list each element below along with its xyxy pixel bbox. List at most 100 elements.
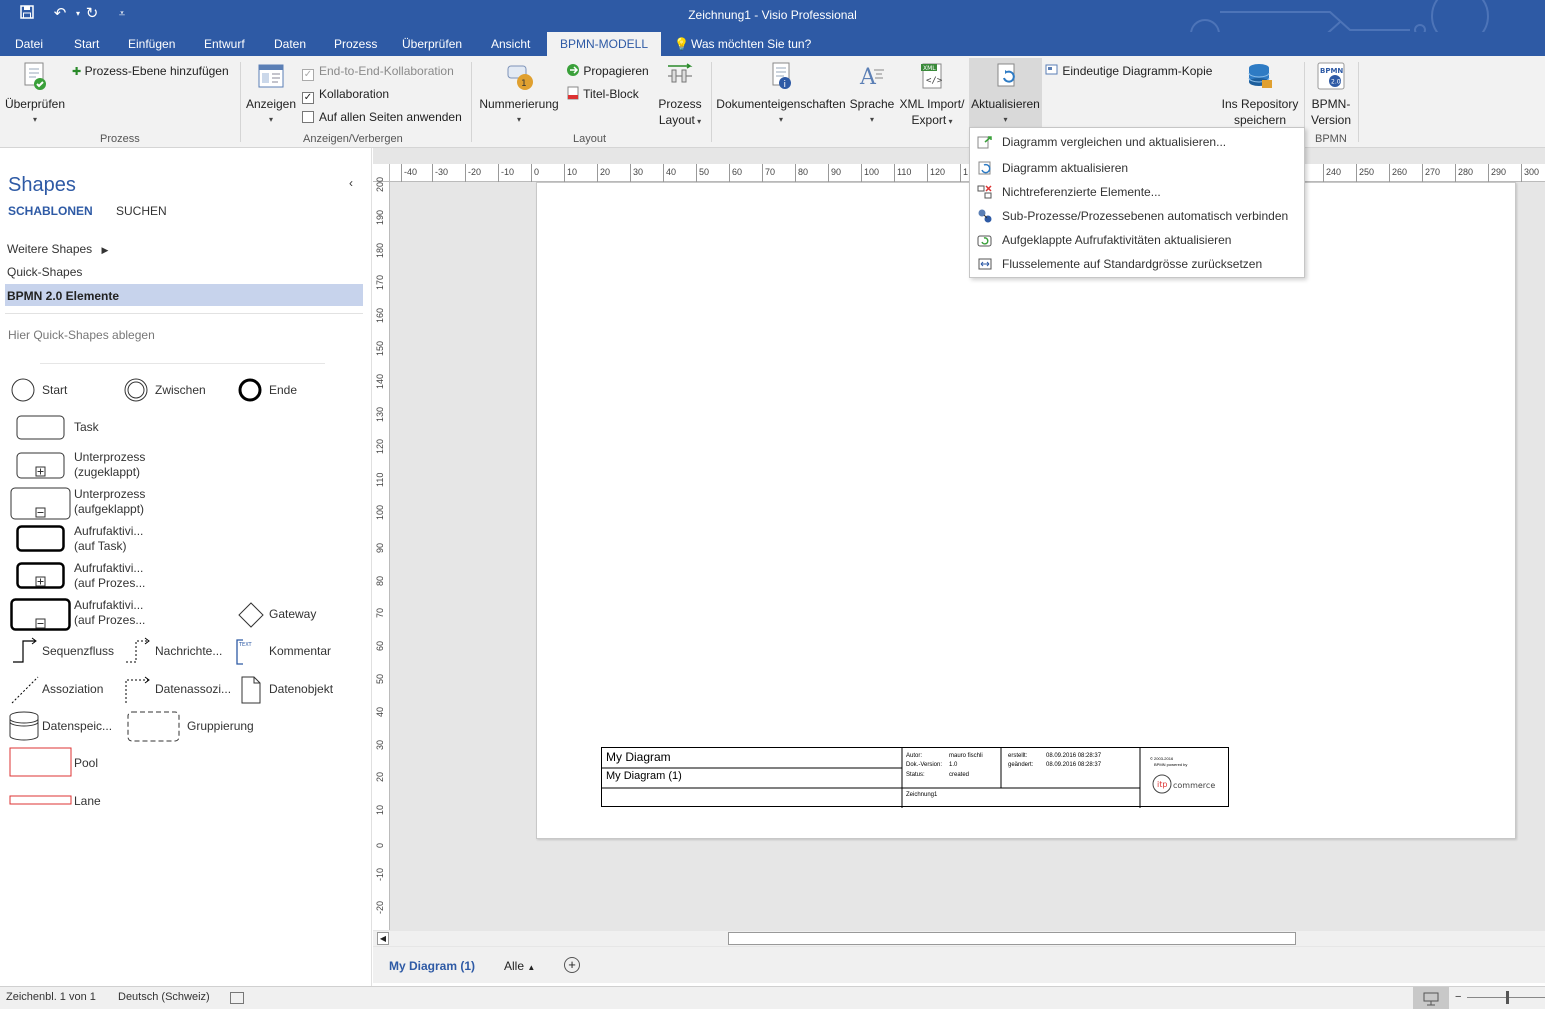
message-flow-icon [126,637,150,663]
shape-label: Ende [269,383,298,397]
menu-item-diagramm-aktualisieren[interactable]: Diagramm aktualisieren [970,156,1304,180]
ruler-tick-label: 50 [375,673,385,684]
xml-import-export-button[interactable]: XML </> XML Import/ Export ▾ [896,60,968,130]
menu-item-diagramm-vergleichen[interactable]: Diagramm vergleichen und aktualisieren..… [970,130,1304,154]
quick-shapes-hint: Hier Quick-Shapes ablegen [8,328,155,342]
language-status[interactable]: Deutsch (Schweiz) [118,991,210,1003]
shape-label: Nachrichte... [155,644,223,658]
chevron-down-icon: ▾ [1003,115,1008,124]
aktualisieren-dropdown-menu: Diagramm vergleichen und aktualisieren..… [969,127,1305,278]
tab-ueberpruefen[interactable]: Überprüfen [402,37,462,51]
page-tab-active[interactable]: My Diagram (1) [389,959,475,973]
kollaboration-checkbox[interactable]: ✓ Kollaboration [302,86,389,104]
aktualisieren-button[interactable]: Aktualisieren ▾ [969,58,1042,130]
sprache-button[interactable]: A Sprache ▾ [848,60,896,130]
menu-item-aufrufaktivitaeten-aktualisieren[interactable]: Aufgeklappte Aufrufaktivitäten aktualisi… [970,228,1304,252]
add-page-icon[interactable]: + [564,957,580,973]
all-pages-button[interactable]: Alle ▲ [504,959,535,973]
tab-datei[interactable]: Datei [15,37,43,51]
macro-record-icon[interactable] [230,992,244,1004]
repository-label-1: Ins Repository [1221,97,1299,111]
quick-shapes-item[interactable]: Quick-Shapes [7,265,82,279]
menu-item-label: Sub-Prozesse/Prozessebenen automatisch v… [1002,209,1289,223]
tab-daten[interactable]: Daten [274,37,306,51]
repository-label-2: speichern [1233,113,1287,127]
ruler-tick-mark [465,164,466,182]
show-panel-icon [258,64,284,88]
collapse-pane-icon[interactable]: ‹ [349,176,353,190]
checkbox-checked-icon: ✓ [302,69,314,81]
tell-me-search[interactable]: Was möchten Sie tun? [691,37,811,51]
tab-ansicht[interactable]: Ansicht [491,37,530,51]
database-icon [1248,64,1272,88]
prozess-layout-button[interactable]: Prozess Layout ▾ [654,60,706,130]
ueberpruefen-button[interactable]: Überprüfen ▾ [2,60,68,130]
ruler-tick-mark [432,164,433,182]
eindeutige-kopie-button[interactable]: Eindeutige Diagramm-Kopie [1045,63,1212,79]
itp-commerce-logo: itp commerce [1152,772,1224,794]
scroll-left-icon[interactable]: ◀ [377,932,389,945]
menu-item-label: Diagramm vergleichen und aktualisieren..… [1002,135,1227,149]
tab-start[interactable]: Start [74,37,99,51]
ruler-tick-mark [927,164,928,182]
zoom-slider-thumb[interactable] [1506,991,1509,1004]
xml-icon: XML </> [921,63,943,89]
menu-item-sub-prozesse-verbinden[interactable]: Sub-Prozesse/Prozessebenen automatisch v… [970,204,1304,228]
page-number-status[interactable]: Zeichenbl. 1 von 1 [6,991,96,1003]
weitere-shapes-item[interactable]: Weitere Shapes ▶ [7,242,108,256]
dokumenteigenschaften-button[interactable]: i Dokumenteigenschaften ▾ [714,60,848,130]
save-icon[interactable] [17,5,37,24]
tab-entwurf[interactable]: Entwurf [204,37,245,51]
tab-prozess[interactable]: Prozess [334,37,377,51]
ruler-tick-label: 240 [1326,167,1342,177]
tab-suchen[interactable]: SUCHEN [116,204,167,218]
title-block[interactable]: My Diagram My Diagram (1) Autor: mauro f… [601,747,1229,808]
group-separator [240,62,241,142]
customize-quick-access-icon[interactable]: ⩡ [112,5,132,23]
group-icon [127,711,180,742]
auf-allen-seiten-checkbox[interactable]: Auf allen Seiten anwenden [302,109,462,125]
prozess-ebene-button[interactable]: ✚ Prozess-Ebene hinzufügen [72,63,229,80]
copy-diagram-icon [1045,64,1058,75]
data-store-icon [9,711,39,741]
checkbox-checked-icon: ✓ [302,92,314,104]
comment-icon: TEXT [236,639,253,665]
titel-block-button[interactable]: Titel-Block [566,86,639,102]
ruler-tick-label: 150 [375,340,385,356]
propagieren-button[interactable]: Propagieren [566,63,649,79]
shapes-title: Shapes [8,174,76,196]
bpmn-version-button[interactable]: BPMN 2.0 BPMN- Version [1308,60,1354,130]
chevron-right-icon: ▶ [101,245,109,255]
ruler-tick-label: 90 [375,542,385,553]
repository-speichern-button[interactable]: Ins Repository speichern [1220,60,1300,130]
tab-bpmn-modell[interactable]: BPMN-MODELL [547,32,662,56]
ruler-tick-mark [564,164,565,182]
chevron-down-icon: ▾ [516,115,521,124]
presentation-mode-icon[interactable] [1413,987,1449,1009]
menu-item-nichtreferenzierte[interactable]: Nichtreferenzierte Elemente... [970,180,1304,204]
tab-einfuegen[interactable]: Einfügen [128,37,175,51]
anzeigen-button[interactable]: Anzeigen ▾ [244,60,298,130]
ruler-tick-label: 90 [831,167,842,177]
zoom-out-icon[interactable]: − [1455,991,1461,1003]
vertical-ruler: 200 190 180 170 160 150 140 130 120 110 100 90 80 70 6… [373,177,390,930]
validate-icon [24,62,46,90]
ruler-tick-mark [960,164,961,182]
menu-item-flusselemente-zuruecksetzen[interactable]: Flusselemente auf Standardgrösse zurücks… [970,252,1304,276]
end-to-end-checkbox[interactable]: ✓ End-to-End-Kollaboration [302,63,454,81]
aktualisieren-label: Aktualisieren [971,97,1040,111]
horizontal-scrollbar[interactable]: ◀ [373,931,1545,946]
tab-schablonen[interactable]: SCHABLONEN [8,204,93,218]
group-separator [1358,62,1359,142]
autor-value: mauro fischli [949,753,983,759]
ruler-tick-label: 10 [375,805,385,816]
drawing-page[interactable] [536,182,1516,839]
ruler-tick-label: 70 [375,608,385,619]
redo-icon[interactable]: ↻ [82,5,102,23]
undo-icon[interactable]: ↶ [50,5,70,23]
layout-icon [668,63,693,83]
status-label: Status: [906,772,925,778]
nummerierung-button[interactable]: 1 Nummerierung ▾ [476,60,562,130]
scroll-thumb[interactable] [728,932,1296,945]
ruler-tick-label: 1 [963,167,969,177]
